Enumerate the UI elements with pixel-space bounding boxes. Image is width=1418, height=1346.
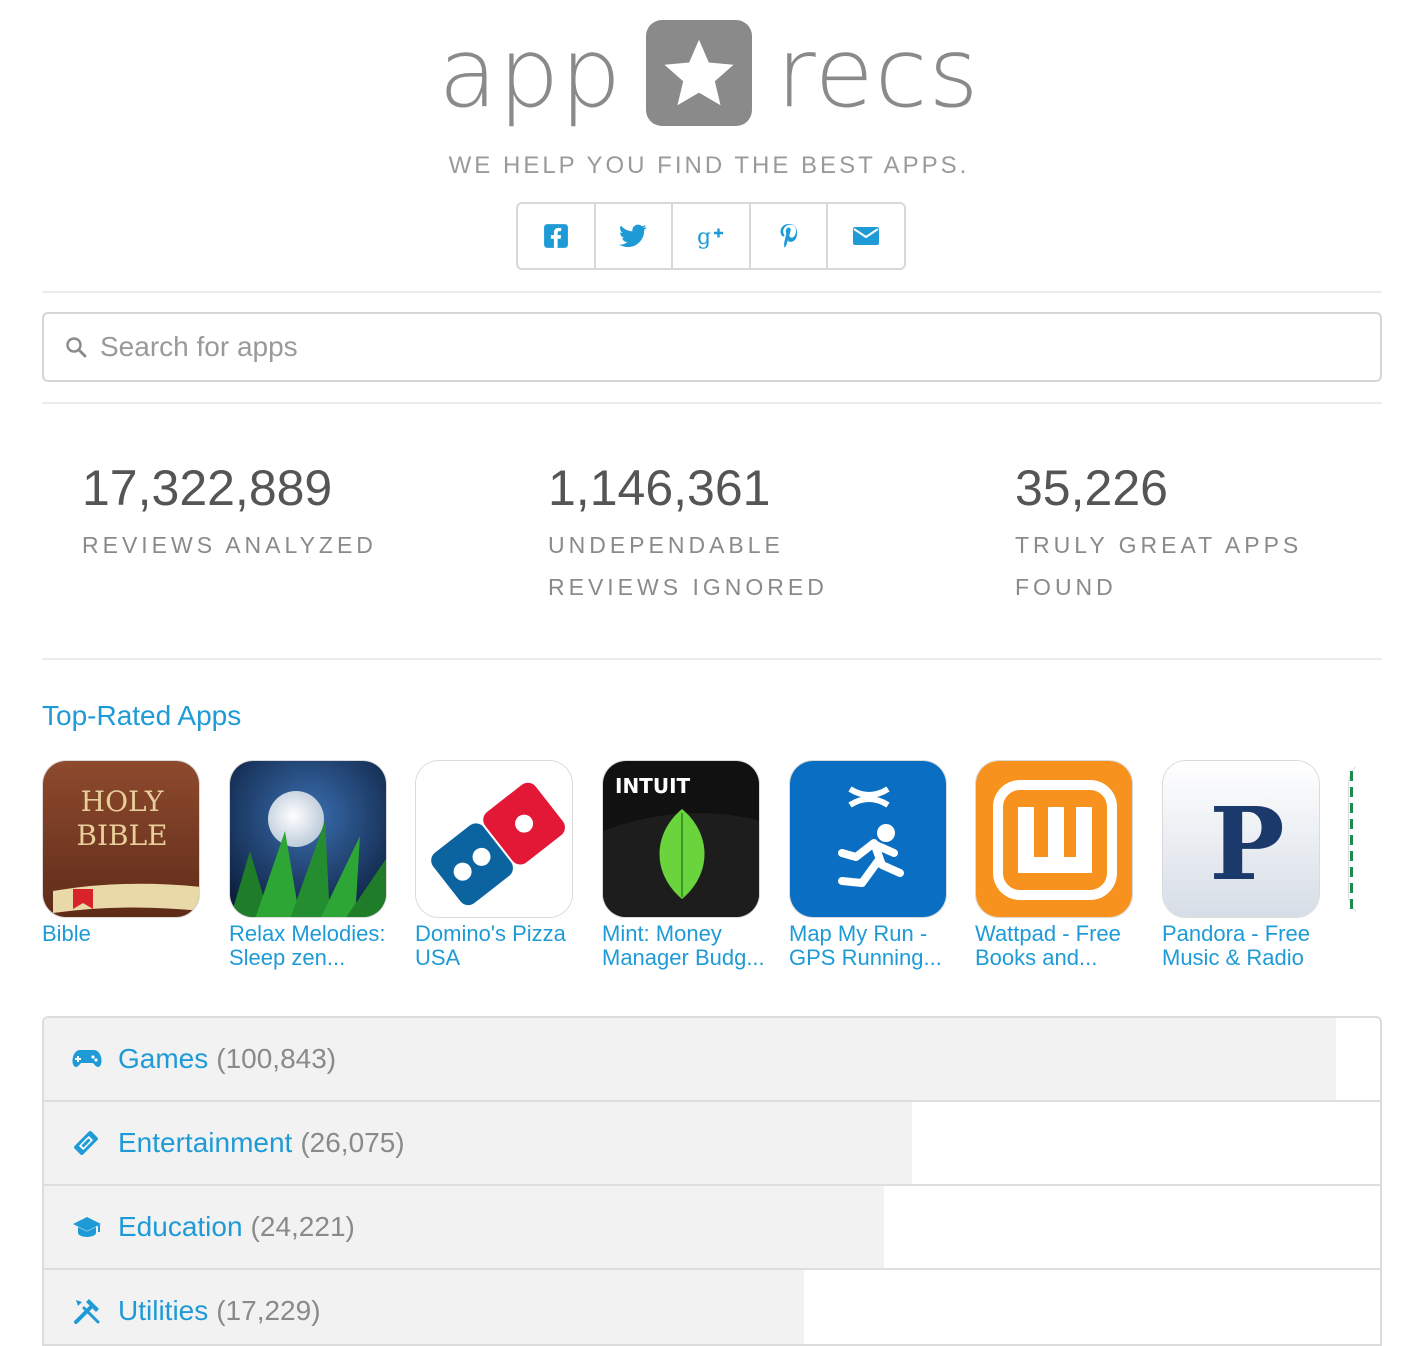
app-card-wattpad[interactable]: Wattpad - Free Books and... [975, 760, 1135, 970]
category-row-games[interactable]: Games (100,843) [44, 1018, 1380, 1102]
category-label[interactable]: Entertainment [118, 1127, 292, 1159]
bible-app-icon[interactable]: HOLY BIBLE [42, 760, 200, 918]
category-count: (17,229) [216, 1295, 321, 1326]
stat-reviews-analyzed: 17,322,889 REVIEWS ANALYZED [82, 458, 502, 566]
gamepad-icon [72, 1048, 106, 1070]
map-my-run-app-icon[interactable] [789, 760, 947, 918]
share-buttons: g [516, 202, 906, 270]
pandora-app-icon[interactable]: P [1162, 760, 1320, 918]
share-google-plus-button[interactable]: g [673, 204, 751, 268]
category-count: (26,075) [300, 1127, 405, 1158]
app-card-dominos[interactable]: Domino's Pizza USA [415, 760, 575, 970]
stat-number: 1,146,361 [548, 460, 771, 516]
category-label[interactable]: Games [118, 1043, 208, 1075]
stat-reviews-ignored: 1,146,361 UNDEPENDABLE REVIEWS IGNORED [548, 458, 848, 608]
app-card-map-my-run[interactable]: Map My Run - GPS Running... [789, 760, 949, 970]
top-rated-title: Top-Rated Apps [42, 700, 242, 731]
app-name[interactable]: Map My Run - GPS Running... [789, 922, 959, 970]
share-email-button[interactable] [828, 204, 904, 268]
category-row-education[interactable]: Education (24,221) [44, 1186, 1380, 1270]
category-row-entertainment[interactable]: Entertainment (26,075) [44, 1102, 1380, 1186]
app-card-mint[interactable]: INTUIT Mint: Money Manager Budg... [602, 760, 765, 970]
wattpad-app-icon[interactable] [975, 760, 1133, 918]
facebook-icon [543, 224, 568, 248]
tagline: WE HELP YOU FIND THE BEST APPS. [448, 152, 970, 179]
share-pinterest-button[interactable] [751, 204, 829, 268]
divider [42, 291, 1382, 293]
search-box[interactable] [42, 312, 1382, 382]
stat-number: 35,226 [1015, 460, 1168, 516]
divider [42, 402, 1382, 404]
stat-label: REVIEWS ANALYZED [82, 532, 377, 558]
category-row-utilities[interactable]: Utilities (17,229) [44, 1270, 1380, 1344]
email-icon [853, 227, 880, 245]
dominos-app-icon[interactable] [415, 760, 573, 918]
tools-icon [72, 1296, 106, 1326]
logo-word-app: app [438, 17, 623, 129]
app-name[interactable]: Wattpad - Free Books and... [975, 922, 1145, 970]
logo-word-recs: recs [776, 17, 980, 129]
share-twitter-button[interactable] [596, 204, 674, 268]
google-plus-icon: g [697, 225, 723, 249]
category-label[interactable]: Education [118, 1211, 243, 1243]
app-name[interactable]: Bible [42, 922, 212, 946]
share-facebook-button[interactable] [518, 204, 596, 268]
app-card-relax-melodies[interactable]: Relax Melodies: Sleep zen... [229, 760, 389, 970]
category-count: (100,843) [216, 1043, 337, 1074]
category-list: Games (100,843) Entertainment (26,075) E… [42, 1016, 1382, 1346]
stat-label: UNDEPENDABLE REVIEWS IGNORED [548, 532, 828, 600]
svg-text:P: P [1209, 785, 1284, 903]
app-name[interactable]: Domino's Pizza USA [415, 922, 585, 970]
stat-great-apps: 35,226 TRULY GREAT APPS FOUND [1015, 458, 1325, 608]
mint-app-icon[interactable]: INTUIT [602, 760, 760, 918]
app-card-pandora[interactable]: P Pandora - Free Music & Radio [1162, 760, 1322, 970]
app-card-bible[interactable]: HOLY BIBLE Bible [42, 760, 202, 946]
category-label[interactable]: Utilities [118, 1295, 208, 1327]
stat-number: 17,322,889 [82, 460, 333, 516]
relax-melodies-app-icon[interactable] [229, 760, 387, 918]
svg-text:g: g [697, 225, 711, 249]
svg-text:BIBLE: BIBLE [76, 819, 167, 852]
star-icon [646, 20, 753, 126]
site-header: app recs WE HELP YOU FIND THE BEST APPS.… [0, 0, 1418, 290]
divider [42, 658, 1382, 660]
category-count: (24,221) [250, 1211, 355, 1242]
pinterest-icon [780, 224, 797, 248]
site-logo[interactable]: app recs [0, 18, 1418, 128]
svg-text:HOLY: HOLY [81, 785, 164, 818]
twitter-icon [619, 224, 647, 248]
search-input[interactable] [98, 330, 1302, 364]
svg-text:INTUIT: INTUIT [615, 774, 691, 798]
search-icon [64, 335, 88, 359]
stat-label: TRULY GREAT APPS FOUND [1015, 532, 1303, 600]
ticket-icon [72, 1129, 106, 1157]
next-app-card-partial[interactable] [1348, 760, 1356, 918]
app-name[interactable]: Pandora - Free Music & Radio [1162, 922, 1332, 970]
graduation-cap-icon [72, 1215, 106, 1239]
app-name[interactable]: Mint: Money Manager Budg... [602, 922, 772, 970]
app-name[interactable]: Relax Melodies: Sleep zen... [229, 922, 399, 970]
